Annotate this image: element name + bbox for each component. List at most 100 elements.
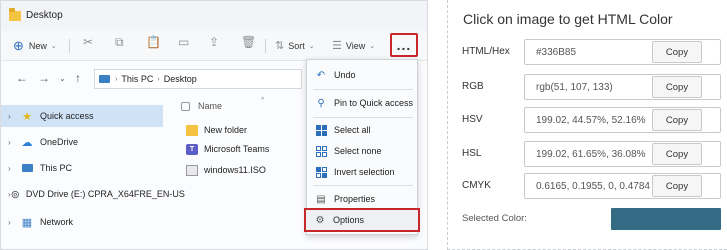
panel-title: Click on image to get HTML Color — [463, 11, 673, 27]
sidebar-item-label: Quick access — [40, 111, 94, 121]
menu-item-properties[interactable]: ▤ Properties — [307, 188, 419, 210]
file-row-windows11-iso[interactable]: windows11.ISO — [186, 161, 266, 179]
rename-icon[interactable]: ▭ — [178, 36, 189, 56]
menu-item-pin-to-quick-access[interactable]: ⚲ Pin to Quick access — [307, 92, 419, 114]
title-bar: Desktop — [1, 1, 427, 31]
view-icon: ☰ — [332, 40, 342, 52]
color-row-hsl: HSL 199.02, 61.65%, 36.08% Copy — [448, 141, 727, 167]
file-row-new-folder[interactable]: New folder — [186, 121, 247, 139]
options-icon: ⚙ — [315, 214, 325, 226]
column-header-label: Name — [198, 101, 223, 111]
menu-item-invert-selection[interactable]: Invert selection — [307, 161, 419, 183]
file-list: ^ Name New folder T Microsoft Teams wind… — [171, 93, 311, 203]
menu-item-label: Invert selection — [334, 167, 395, 177]
menu-item-label: Select all — [334, 125, 371, 135]
menu-item-label: Pin to Quick access — [334, 98, 414, 108]
command-bar: ⊕ New ⌄ ✂ ⧉ 📋 ▭ ⇪ 🗑 ⇅ Sort ⌄ ☰ View ⌄ — [1, 31, 427, 61]
paste-icon[interactable]: 📋 — [146, 36, 161, 56]
sidebar-item-label: Network — [40, 217, 74, 227]
chevron-down-icon: ⌄ — [369, 43, 376, 50]
navigation-pane: › ★ Quick access › ☁ OneDrive › This PC … — [1, 97, 185, 249]
view-button[interactable]: ☰ View ⌄ — [332, 36, 375, 56]
row-label: HSV — [462, 114, 483, 125]
see-more-button[interactable]: ... — [390, 33, 418, 57]
sidebar-item-onedrive[interactable]: › ☁ OneDrive — [1, 131, 163, 153]
copy-hex-button[interactable]: Copy — [652, 41, 702, 63]
selected-color-swatch — [611, 208, 721, 230]
breadcrumb-separator-icon: › — [157, 75, 160, 83]
row-label: CMYK — [462, 180, 491, 191]
window-title: Desktop — [26, 10, 63, 21]
undo-icon: ↶ — [316, 69, 326, 81]
folder-icon — [9, 8, 21, 21]
breadcrumb-desktop[interactable]: Desktop — [164, 74, 197, 84]
plus-circle-icon: ⊕ — [13, 38, 24, 53]
delete-icon[interactable]: 🗑 — [241, 36, 256, 56]
share-icon[interactable]: ⇪ — [209, 36, 219, 56]
copy-cmyk-button[interactable]: Copy — [652, 175, 702, 197]
forward-arrow-icon[interactable]: → — [38, 71, 50, 85]
see-more-menu: ↶ Undo ⚲ Pin to Quick access Select all … — [304, 59, 420, 235]
invert-selection-icon — [315, 166, 327, 178]
back-arrow-icon[interactable]: ← — [16, 71, 28, 85]
sort-button[interactable]: ⇅ Sort ⌄ — [275, 36, 315, 56]
color-picker-panel: Click on image to get HTML Color HTML/He… — [447, 0, 727, 250]
expand-chevron-icon[interactable]: › — [8, 164, 20, 173]
sort-direction-icon: ^ — [261, 97, 265, 104]
menu-item-select-none[interactable]: Select none — [307, 140, 419, 162]
computer-icon — [99, 75, 110, 83]
recent-chevron-icon[interactable]: ⌄ — [59, 74, 66, 83]
file-row-microsoft-teams[interactable]: T Microsoft Teams — [186, 140, 269, 158]
menu-item-select-all[interactable]: Select all — [307, 119, 419, 141]
dvd-icon: ⊚ — [10, 188, 20, 201]
expand-chevron-icon[interactable]: › — [8, 112, 20, 121]
copy-rgb-button[interactable]: Copy — [652, 76, 702, 98]
chevron-down-icon: ⌄ — [308, 43, 315, 50]
select-none-icon — [315, 145, 327, 157]
address-bar[interactable]: › This PC › Desktop — [94, 69, 302, 89]
sidebar-item-quick-access[interactable]: › ★ Quick access — [1, 105, 163, 127]
sidebar-item-label: This PC — [40, 163, 73, 173]
sidebar-item-dvd-drive[interactable]: › ⊚ DVD Drive (E:) CPRA_X64FRE_EN-US — [1, 183, 185, 205]
expand-chevron-icon[interactable]: › — [8, 218, 20, 227]
view-button-label: View — [345, 41, 366, 51]
expand-chevron-icon[interactable]: › — [8, 138, 20, 147]
up-arrow-icon[interactable]: ↑ — [75, 71, 81, 85]
copy-hsl-button[interactable]: Copy — [652, 143, 702, 165]
cut-icon[interactable]: ✂ — [83, 36, 93, 56]
file-explorer-window: Desktop ⊕ New ⌄ ✂ ⧉ 📋 ▭ ⇪ 🗑 ⇅ Sort ⌄ ☰ V… — [0, 0, 428, 250]
menu-item-options[interactable]: ⚙ Options — [304, 208, 420, 232]
selected-color-label: Selected Color: — [462, 213, 527, 224]
file-name: New folder — [204, 125, 248, 135]
properties-icon: ▤ — [316, 193, 326, 205]
sidebar-item-this-pc[interactable]: › This PC — [1, 157, 163, 179]
file-name: Microsoft Teams — [204, 144, 270, 154]
select-all-icon — [315, 124, 327, 136]
breadcrumb-this-pc[interactable]: This PC — [121, 74, 153, 84]
file-name: windows11.ISO — [204, 165, 266, 175]
copy-hsv-button[interactable]: Copy — [652, 109, 702, 131]
menu-item-label: Properties — [334, 194, 376, 204]
star-icon: ★ — [22, 110, 32, 123]
row-label: HTML/Hex — [462, 46, 510, 57]
menu-item-label: Options — [333, 215, 365, 225]
column-header-name[interactable]: Name — [181, 101, 222, 111]
cloud-icon: ☁ — [21, 136, 33, 149]
sidebar-item-label: OneDrive — [40, 137, 79, 147]
sort-icon: ⇅ — [275, 40, 285, 52]
color-row-cmyk: CMYK 0.6165, 0.1955, 0, 0.4784 Copy — [448, 173, 727, 199]
computer-icon — [20, 162, 34, 174]
new-button[interactable]: ⊕ New ⌄ — [13, 36, 57, 56]
copy-icon[interactable]: ⧉ — [115, 36, 124, 56]
menu-item-label: Select none — [334, 146, 382, 156]
row-label: HSL — [462, 148, 482, 159]
row-label: RGB — [462, 81, 484, 92]
sort-button-label: Sort — [288, 41, 305, 51]
iso-icon — [186, 164, 198, 176]
chevron-down-icon: ⌄ — [50, 43, 57, 50]
sidebar-item-label: DVD Drive (E:) CPRA_X64FRE_EN-US — [25, 189, 185, 199]
sidebar-item-network[interactable]: › ▦ Network — [1, 211, 163, 233]
menu-item-undo[interactable]: ↶ Undo — [307, 64, 419, 86]
select-all-checkbox[interactable] — [181, 101, 190, 111]
color-row-hsv: HSV 199.02, 44.57%, 52.16% Copy — [448, 107, 727, 133]
